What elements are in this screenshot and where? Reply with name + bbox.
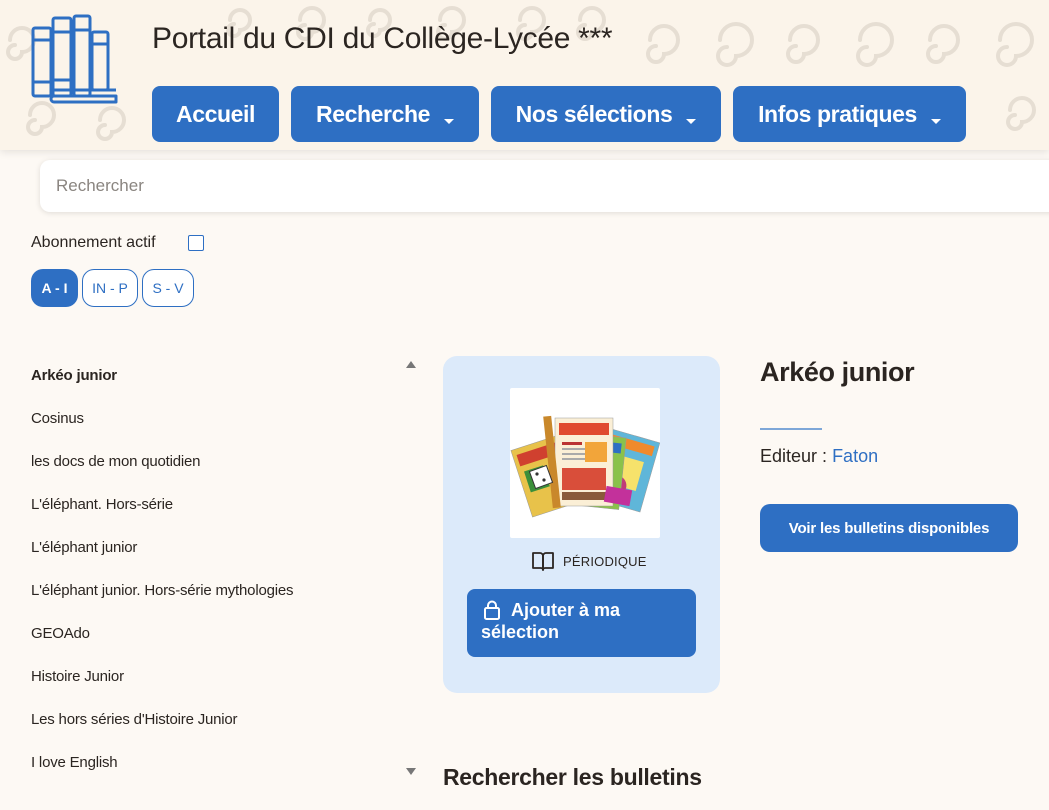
alpha-tab-a-i[interactable]: A - I (31, 269, 78, 307)
view-bulletins-label: Voir les bulletins disponibles (788, 519, 990, 537)
alpha-tab-label: A - I (41, 280, 68, 296)
record-card: PÉRIODIQUE Ajouter à ma sélection (443, 356, 720, 693)
nav-label: Infos pratiques (758, 100, 917, 127)
site-header: Portail du CDI du Collège-Lycée *** Accu… (0, 0, 1049, 150)
record-title: Arkéo junior (760, 357, 915, 387)
list-item[interactable]: I love English (31, 754, 118, 771)
alpha-tab-s-v[interactable]: S - V (142, 269, 194, 307)
list-item[interactable]: GEOAdo (31, 625, 90, 642)
site-title[interactable]: Portail du CDI du Collège-Lycée *** (152, 22, 613, 56)
list-item[interactable]: L'éléphant junior (31, 539, 137, 556)
list-item[interactable]: Histoire Junior (31, 668, 124, 685)
title-divider (760, 428, 822, 430)
add-to-selection-button[interactable]: Ajouter à ma sélection (467, 589, 696, 657)
add-to-selection-label: Ajouter à ma sélection (481, 600, 621, 642)
nav-accueil-button[interactable]: Accueil (152, 86, 279, 142)
caret-down-icon (444, 118, 455, 124)
list-item[interactable]: les docs de mon quotidien (31, 453, 200, 470)
lock-icon (484, 600, 500, 620)
nav-label: Nos sélections (515, 100, 673, 127)
books-logo-icon[interactable] (28, 14, 124, 106)
open-book-icon (532, 552, 554, 571)
editor-row: Editeur : Faton (760, 446, 878, 467)
caret-down-icon (930, 118, 941, 124)
subscription-filter-label: Abonnement actif (31, 234, 156, 251)
nav-label: Recherche (315, 100, 431, 127)
nav-recherche-button[interactable]: Recherche (291, 86, 479, 142)
search-bar (40, 160, 1049, 212)
subscription-checkbox[interactable] (188, 235, 204, 251)
caret-down-icon (686, 118, 697, 124)
section-title-bulletins: Rechercher les bulletins (443, 764, 702, 790)
list-item[interactable]: Les hors séries d'Histoire Junior (31, 711, 238, 728)
scroll-down-arrow-icon[interactable] (406, 768, 416, 775)
document-type-label: PÉRIODIQUE (563, 553, 647, 569)
list-item[interactable]: Cosinus (31, 410, 84, 427)
cover-image[interactable] (510, 388, 661, 538)
list-item[interactable]: Arkéo junior (31, 367, 117, 384)
list-item[interactable]: L'éléphant. Hors-série (31, 496, 173, 513)
alpha-tab-in-p[interactable]: IN - P (82, 269, 138, 307)
search-input[interactable] (40, 160, 1049, 212)
magazines-illustration (510, 415, 661, 518)
scroll-up-arrow-icon[interactable] (406, 361, 416, 368)
alpha-tab-label: IN - P (92, 280, 128, 296)
alpha-tab-label: S - V (152, 280, 184, 296)
editor-link[interactable]: Faton (832, 446, 878, 466)
nav-infos-pratiques-button[interactable]: Infos pratiques (733, 86, 966, 142)
view-bulletins-button[interactable]: Voir les bulletins disponibles (760, 504, 1018, 552)
list-item[interactable]: L'éléphant junior. Hors-série mythologie… (31, 582, 294, 599)
document-type: PÉRIODIQUE (531, 550, 647, 572)
editor-label: Editeur : (760, 446, 828, 466)
nav-selections-button[interactable]: Nos sélections (491, 86, 721, 142)
nav-label: Accueil (175, 100, 255, 127)
